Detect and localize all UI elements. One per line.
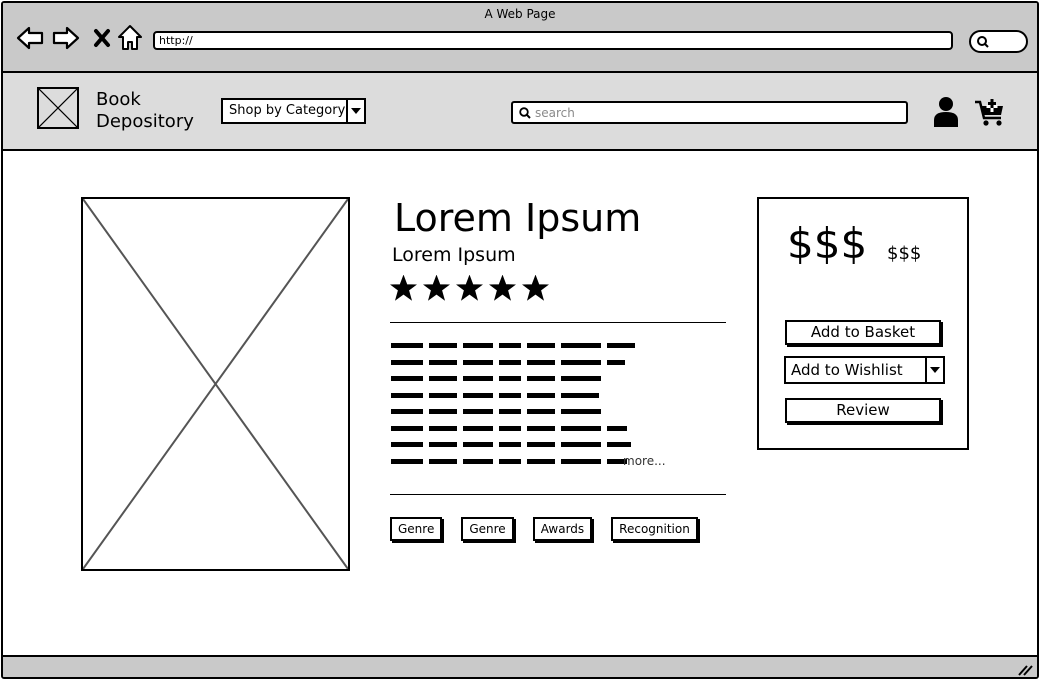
image-placeholder-icon [39,89,77,127]
tag-button[interactable]: Awards [532,517,593,541]
star-icon[interactable] [489,275,516,301]
star-rating[interactable] [390,275,549,301]
category-dropdown-label: Shop by Category [229,103,346,118]
search-icon [977,36,989,48]
forward-arrow-icon [52,26,80,50]
product-description [391,338,636,470]
product-author: Lorem Ipsum [392,244,516,266]
tag-button[interactable]: Genre [461,517,514,541]
star-icon[interactable] [390,275,417,301]
window-title: A Web Page [484,7,556,21]
purchase-panel: $$$ $$$ Add to Basket Add to Wishlist Re… [757,197,969,450]
browser-window: A Web Page http:// Book Depository Shop … [1,1,1039,679]
search-icon [519,106,531,119]
browser-toolbar: A Web Page http:// [3,3,1037,73]
greeked-text-line [391,338,636,355]
home-button[interactable] [115,23,145,53]
resize-grip-icon[interactable] [1017,662,1033,676]
star-icon[interactable] [423,275,450,301]
greeked-text-line [391,371,636,388]
tag-list: Genre Genre Awards Recognition [390,517,717,541]
site-header: Book Depository Shop by Category search [3,73,1037,151]
logo-image[interactable] [37,87,79,129]
price: $$$ [787,219,868,268]
site-name-line1: Book [96,89,141,110]
address-bar[interactable]: http:// [153,31,953,50]
user-icon [934,97,958,127]
account-button[interactable] [933,96,959,132]
add-to-basket-button[interactable]: Add to Basket [785,320,941,345]
status-bar [3,655,1037,677]
cart-button[interactable] [974,98,1006,132]
chevron-down-icon [346,100,364,122]
back-arrow-icon [16,26,44,50]
home-icon [118,25,142,50]
chevron-down-icon[interactable] [925,358,943,382]
divider [390,494,726,495]
category-dropdown[interactable]: Shop by Category [221,98,366,124]
cart-add-icon [975,99,1003,126]
forward-button[interactable] [51,23,81,53]
close-x-icon [94,29,110,47]
more-link[interactable]: more... [623,454,666,468]
greeked-text-line [391,355,636,372]
greeked-text-line [391,437,636,454]
secondary-price: $$$ [887,243,922,264]
greeked-text-line [391,421,636,438]
divider [390,322,726,323]
search-placeholder: search [535,105,575,120]
tag-button[interactable]: Recognition [611,517,698,541]
add-to-wishlist-dropdown[interactable]: Add to Wishlist [784,356,945,384]
tag-button[interactable]: Genre [390,517,443,541]
star-icon[interactable] [522,275,549,301]
add-to-wishlist-label: Add to Wishlist [791,361,903,379]
greeked-text-line [391,404,636,421]
star-icon[interactable] [456,275,483,301]
greeked-text-line [391,454,636,471]
product-title: Lorem Ipsum [394,196,642,240]
greeked-text-line [391,388,636,405]
image-placeholder-icon [83,199,348,569]
back-button[interactable] [15,23,45,53]
site-name[interactable]: Book Depository [96,89,194,133]
stop-button[interactable] [87,23,117,53]
site-name-line2: Depository [96,111,194,132]
review-button[interactable]: Review [785,398,941,423]
search-input[interactable]: search [511,101,908,124]
browser-search-box[interactable] [969,30,1028,53]
product-image[interactable] [81,197,350,571]
